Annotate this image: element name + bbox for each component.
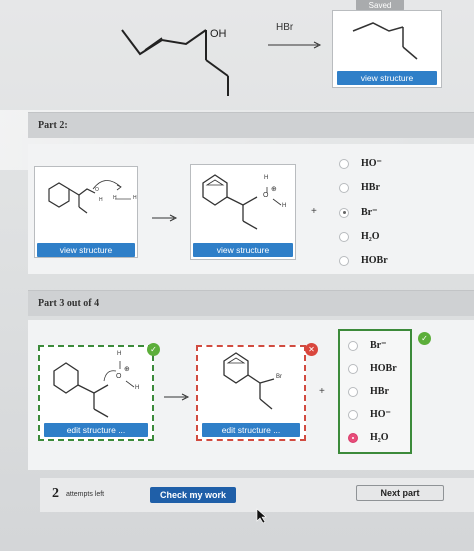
part2-option-1-label: HO⁻ bbox=[361, 158, 382, 169]
part3-reaction-arrow bbox=[164, 389, 190, 401]
part3-product-bromine: Br bbox=[276, 374, 282, 380]
part3-options-correct-icon: ✓ bbox=[418, 332, 431, 345]
part2-reactant-h3: H bbox=[133, 195, 137, 201]
part3-option-4-label: HO⁻ bbox=[370, 409, 391, 420]
part3-reactant-skeleton bbox=[53, 361, 135, 418]
part2-reactant-skeleton bbox=[48, 180, 131, 214]
hydroxyl-label: OH bbox=[210, 28, 227, 40]
part3-edit-structure-right-button[interactable]: edit structure ... bbox=[202, 423, 300, 437]
part2-option-2-radio[interactable] bbox=[339, 182, 349, 193]
part3-option-3-label: HBr bbox=[370, 386, 389, 397]
part3-edit-structure-left-button[interactable]: edit structure ... bbox=[44, 423, 148, 437]
part2-option-5-label: HOBr bbox=[361, 255, 388, 266]
part2-intermediate-oxygen: O bbox=[263, 192, 269, 199]
part3-option-5[interactable]: H₂O bbox=[348, 432, 389, 443]
part2-option-4-radio[interactable] bbox=[339, 231, 349, 242]
part2-intermediate-charge: ⊕ bbox=[271, 185, 277, 193]
part1-reagent: HBr bbox=[276, 22, 294, 33]
next-part-button[interactable]: Next part bbox=[356, 485, 444, 501]
part2-reactant-h2: H bbox=[113, 195, 117, 201]
part3-option-1-radio[interactable] bbox=[348, 340, 358, 351]
part2-reactant-box: O H H H view structure bbox=[34, 166, 138, 258]
mouse-cursor-icon bbox=[256, 508, 268, 524]
part2-option-3[interactable]: Br⁻ bbox=[339, 207, 377, 218]
check-my-work-button[interactable]: Check my work bbox=[150, 487, 236, 503]
part2-intermediate-h-top: H bbox=[264, 175, 269, 181]
part2-option-4[interactable]: H₂O bbox=[339, 231, 380, 242]
part3-right-incorrect-icon: ✕ bbox=[305, 343, 318, 356]
part2-plus-sign: + bbox=[311, 206, 317, 217]
part3-reactant-h-right: H bbox=[135, 385, 140, 391]
part3-option-1[interactable]: Br⁻ bbox=[348, 340, 386, 351]
part3-product-box: Br edit structure ... bbox=[196, 345, 306, 441]
part2-option-3-radio[interactable] bbox=[339, 207, 349, 218]
part2-option-4-label: H₂O bbox=[361, 231, 380, 242]
part2-view-structure-left-button[interactable]: view structure bbox=[37, 243, 135, 257]
part2-option-2-label: HBr bbox=[361, 182, 380, 193]
part1-view-structure-button[interactable]: view structure bbox=[337, 71, 437, 85]
part3-option-3[interactable]: HBr bbox=[348, 386, 389, 397]
attempts-count: 2 bbox=[52, 486, 59, 501]
part2-reaction-arrow bbox=[152, 210, 178, 222]
part2-option-3-label: Br⁻ bbox=[361, 207, 378, 218]
part3-option-1-label: Br⁻ bbox=[370, 340, 387, 351]
part3-option-4[interactable]: HO⁻ bbox=[348, 409, 391, 420]
part3-reactant-charge: ⊕ bbox=[124, 365, 130, 373]
part2-option-1[interactable]: HO⁻ bbox=[339, 158, 382, 169]
part3-plus-sign: + bbox=[319, 386, 325, 397]
part1-reaction-arrow bbox=[268, 37, 324, 49]
part1-product-box: view structure bbox=[332, 10, 442, 88]
part3-left-correct-icon: ✓ bbox=[147, 343, 160, 356]
part2-intermediate-box: H O ⊕ H view structure bbox=[190, 164, 296, 260]
part3-option-5-label: H₂O bbox=[370, 432, 389, 443]
part3-title: Part 3 out of 4 bbox=[28, 290, 474, 316]
part2-option-1-radio[interactable] bbox=[339, 158, 349, 169]
part2-intermediate-h-right: H bbox=[282, 203, 287, 209]
part2-view-structure-right-button[interactable]: view structure bbox=[193, 243, 293, 257]
part2-option-2[interactable]: HBr bbox=[339, 182, 380, 193]
part3-reactant-h-top: H bbox=[117, 351, 122, 357]
part1-reactant: OH bbox=[110, 0, 260, 100]
part2-option-5[interactable]: HOBr bbox=[339, 255, 388, 266]
part3-reactant-oxygen: O bbox=[116, 373, 122, 380]
attempts-label: attempts left bbox=[66, 491, 105, 498]
part3-option-4-radio[interactable] bbox=[348, 409, 358, 420]
part3-option-2[interactable]: HOBr bbox=[348, 363, 397, 374]
part3-option-5-radio[interactable] bbox=[348, 432, 358, 443]
part3-reactant-box: H O ⊕ H edit structure ... bbox=[38, 345, 154, 441]
part2-reactant-h1: H bbox=[99, 197, 103, 203]
part2-reactant-oxygen: O bbox=[95, 187, 99, 193]
part2-title: Part 2: bbox=[28, 112, 474, 138]
part3-option-2-label: HOBr bbox=[370, 363, 397, 374]
part1-product-skeleton bbox=[352, 22, 418, 60]
part2-option-5-radio[interactable] bbox=[339, 255, 349, 266]
part3-option-2-radio[interactable] bbox=[348, 363, 358, 374]
part1-reactant-skeleton bbox=[121, 29, 229, 96]
part3-option-3-radio[interactable] bbox=[348, 386, 358, 397]
part3-product-skeleton bbox=[223, 352, 275, 410]
